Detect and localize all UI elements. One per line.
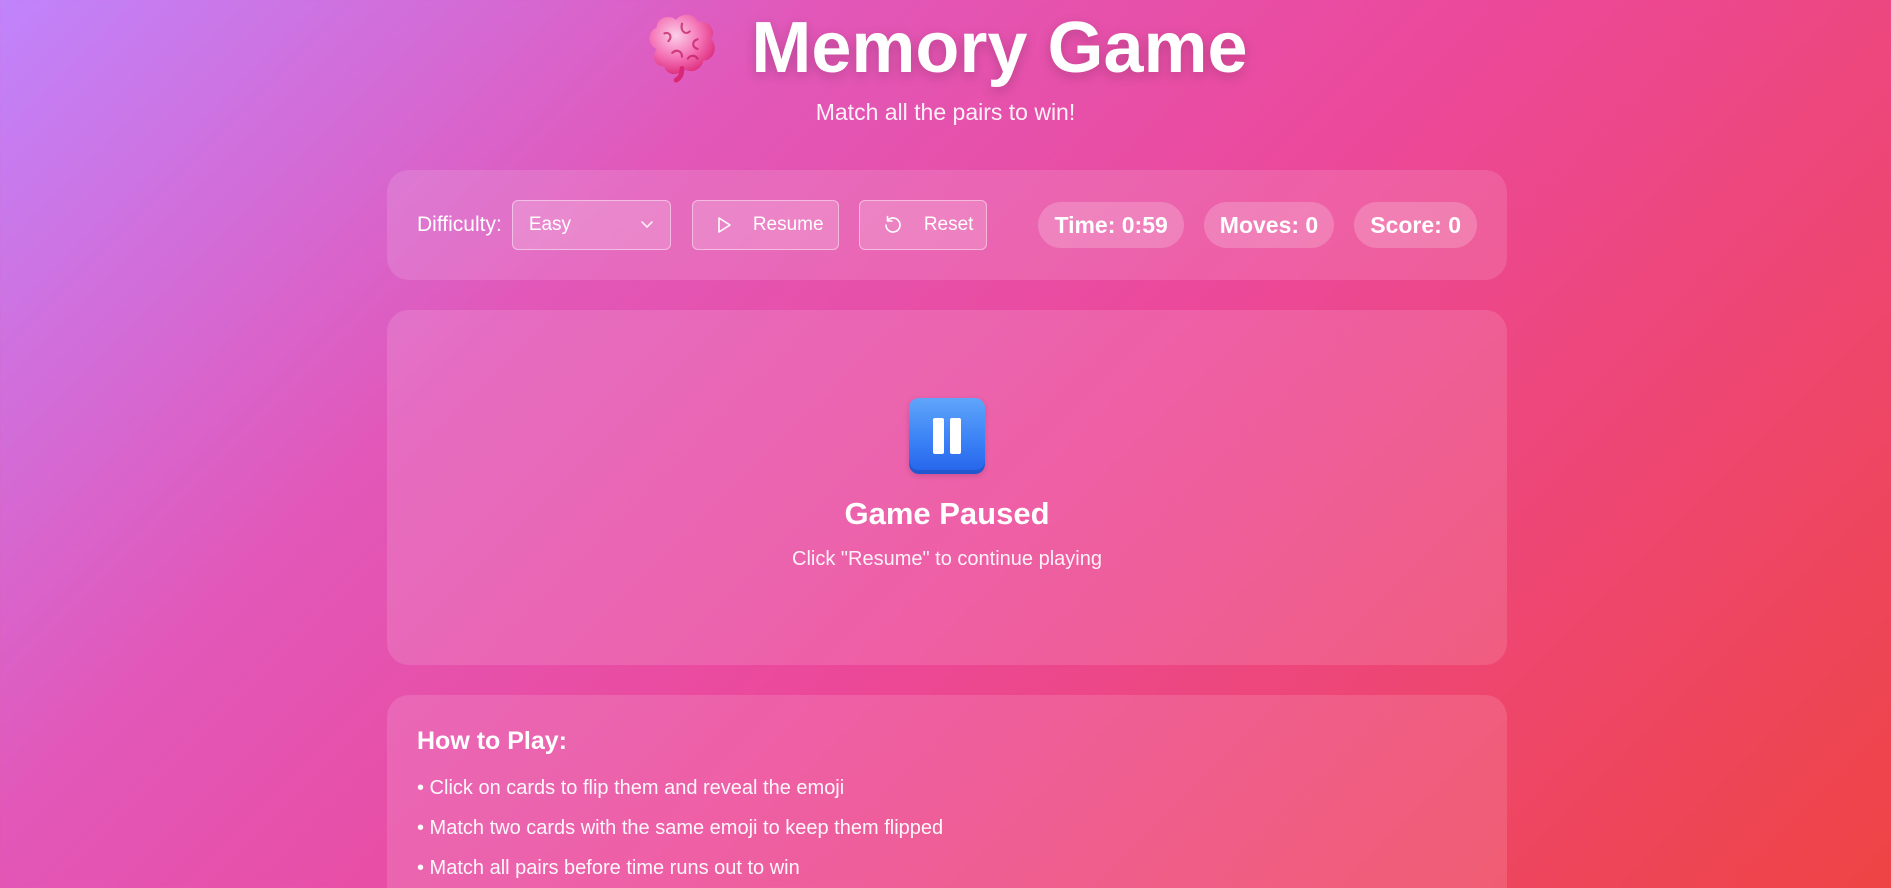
difficulty-value: Easy — [528, 214, 572, 235]
stats-group: Time: 0:59 Moves: 0 Score: 0 — [1038, 202, 1477, 248]
time-badge: Time: 0:59 — [1038, 202, 1184, 248]
paused-panel: Game Paused Click "Resume" to continue p… — [387, 310, 1507, 665]
page-title: Memory Game — [751, 8, 1248, 88]
controls-panel: Difficulty: Easy Resume Reset Time: 0:59… — [387, 170, 1507, 280]
page-subtitle: Match all the pairs to win! — [815, 99, 1076, 125]
paused-title: Game Paused — [844, 496, 1050, 531]
pause-icon — [909, 398, 985, 474]
resume-button[interactable]: Resume — [691, 200, 839, 250]
header: Memory Game Match all the pairs to win! — [0, 0, 1891, 126]
reset-label: Reset — [923, 214, 974, 235]
moves-badge: Moves: 0 — [1203, 202, 1335, 248]
how-to-play-title: How to Play: — [417, 727, 568, 755]
score-badge: Score: 0 — [1354, 202, 1477, 248]
title-row: Memory Game — [0, 0, 1891, 96]
list-item: • Match all pairs before time runs out t… — [417, 857, 800, 879]
reset-icon — [882, 214, 904, 236]
play-icon — [715, 214, 733, 236]
difficulty-select[interactable]: Easy — [511, 200, 671, 250]
brain-icon — [649, 14, 716, 83]
difficulty-label: Difficulty: — [417, 213, 502, 236]
reset-button[interactable]: Reset — [858, 200, 987, 250]
how-to-play-panel: How to Play: • Click on cards to flip th… — [387, 695, 1507, 888]
chevron-down-icon — [641, 221, 653, 228]
resume-label: Resume — [752, 214, 824, 235]
list-item: • Click on cards to flip them and reveal… — [417, 777, 845, 799]
list-item: • Match two cards with the same emoji to… — [417, 817, 944, 839]
paused-message: Click "Resume" to continue playing — [792, 548, 1102, 570]
